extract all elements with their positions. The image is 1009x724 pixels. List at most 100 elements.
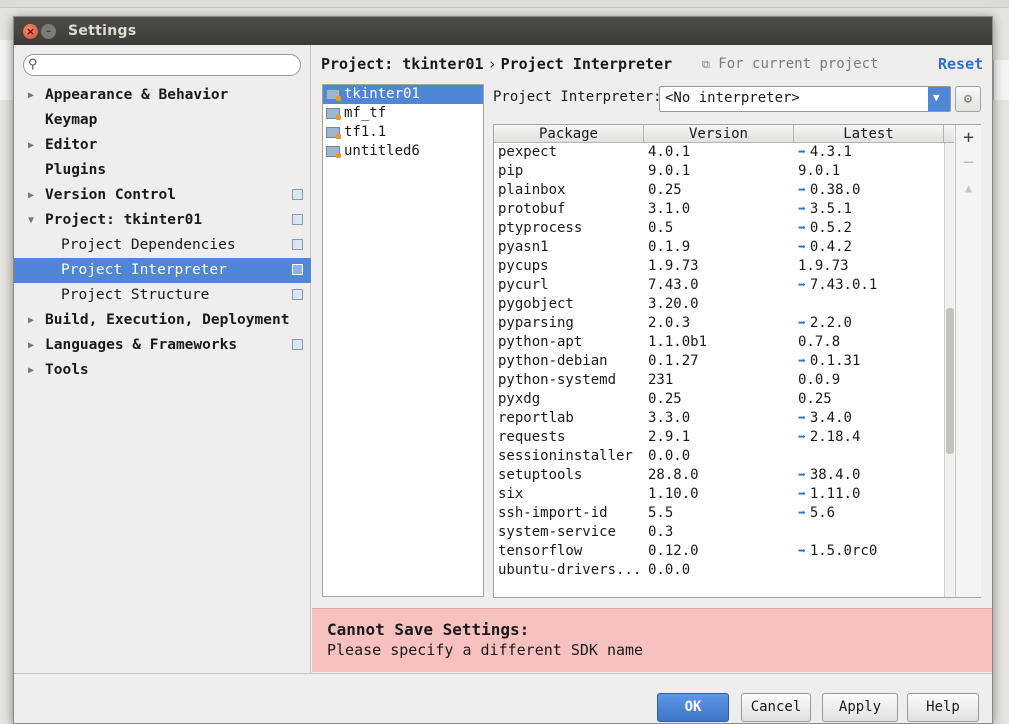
table-row[interactable]: pycurl 7.43.0 ➡ 7.43.0.1 [494,276,944,295]
sidebar-item-project-tkinter01[interactable]: ▼ Project: tkinter01 [14,208,311,233]
table-row[interactable]: ptyprocess 0.5 ➡ 0.5.2 [494,219,944,238]
project-level-icon [292,339,303,350]
project-name: tkinter01 [344,86,420,102]
sidebar-item-project-structure[interactable]: Project Structure [14,283,311,308]
chevron-down-icon[interactable]: ▼ [28,208,34,233]
sidebar-item-build-execution-deployment[interactable]: ▶ Build, Execution, Deployment [14,308,311,333]
package-scrollbar[interactable] [944,143,954,597]
reset-link[interactable]: Reset [938,55,983,73]
sidebar-item-tools[interactable]: ▶ Tools [14,358,311,383]
breadcrumb-separator: › [487,55,497,73]
error-banner: Cannot Save Settings: Please specify a d… [312,608,992,672]
apply-button[interactable]: Apply [822,693,898,722]
interpreter-select[interactable]: <No interpreter> ▼ [659,86,951,112]
table-row[interactable]: pyparsing 2.0.3 ➡ 2.2.0 [494,314,944,333]
upgrade-arrow-icon: ➡ [798,183,806,198]
package-table-header: Package Version Latest [494,125,954,143]
header-latest[interactable]: Latest [794,125,944,143]
sidebar-item-label: Project: tkinter01 [45,212,203,228]
upgrade-arrow-icon: ➡ [798,544,806,559]
upgrade-arrow-icon: ➡ [798,145,806,160]
chevron-right-icon[interactable]: ▶ [28,308,34,333]
sidebar-item-plugins[interactable]: Plugins [14,158,311,183]
chevron-right-icon[interactable]: ▶ [28,83,34,108]
table-row[interactable]: ubuntu-drivers... 0.0.0 [494,561,944,580]
header-package[interactable]: Package [494,125,644,143]
settings-dialog: × – Settings ⚲ ▶ Appearance & Behavior Key… [13,16,993,724]
chevron-right-icon[interactable]: ▶ [28,133,34,158]
table-row[interactable]: pip 9.0.1 9.0.1 [494,162,944,181]
sidebar-item-editor[interactable]: ▶ Editor [14,133,311,158]
project-item[interactable]: tkinter01 [323,85,483,104]
help-button[interactable]: Help [907,693,979,722]
table-row[interactable]: plainbox 0.25 ➡ 0.38.0 [494,181,944,200]
project-level-icon [292,214,303,225]
table-row[interactable]: reportlab 3.3.0 ➡ 3.4.0 [494,409,944,428]
package-name: system-service [498,524,617,540]
sidebar-item-languages-frameworks[interactable]: ▶ Languages & Frameworks [14,333,311,358]
chevron-right-icon[interactable]: ▶ [28,358,34,383]
sidebar-item-keymap[interactable]: Keymap [14,108,311,133]
project-item[interactable]: tf1.1 [323,123,483,142]
package-name: pycurl [498,277,549,293]
table-row[interactable]: sessioninstaller 0.0.0 [494,447,944,466]
header-version[interactable]: Version [644,125,794,143]
minimize-icon[interactable]: – [41,24,56,39]
upgrade-package-icon[interactable]: ▲ [956,177,981,199]
package-name: python-systemd [498,372,617,388]
table-row[interactable]: python-debian 0.1.27 ➡ 0.1.31 [494,352,944,371]
interpreter-dropdown-button[interactable]: ▼ [928,87,950,111]
gear-icon[interactable]: ⚙ [955,86,981,112]
table-row[interactable]: system-service 0.3 [494,523,944,542]
background-menu-bar [0,0,1009,8]
sidebar-item-project-interpreter[interactable]: Project Interpreter [14,258,311,283]
latest-version-text: 2.2.0 [809,315,852,331]
package-version: 3.1.0 [648,201,691,217]
upgrade-arrow-icon: ➡ [798,487,806,502]
sidebar-item-project-dependencies[interactable]: Project Dependencies [14,233,311,258]
latest-version-text: 0.5.2 [809,220,852,236]
table-row[interactable]: protobuf 3.1.0 ➡ 3.5.1 [494,200,944,219]
scrollbar-thumb[interactable] [946,308,954,454]
table-row[interactable]: pyasn1 0.1.9 ➡ 0.4.2 [494,238,944,257]
table-row[interactable]: pexpect 4.0.1 ➡ 4.3.1 [494,143,944,162]
cancel-button[interactable]: Cancel [741,693,811,722]
sidebar-item-label: Appearance & Behavior [45,87,229,103]
table-row[interactable]: pyxdg 0.25 0.25 [494,390,944,409]
table-row[interactable]: six 1.10.0 ➡ 1.11.0 [494,485,944,504]
package-version: 0.5 [648,220,674,236]
package-name: pyparsing [498,315,574,331]
project-item[interactable]: untitled6 [323,142,483,161]
table-row[interactable]: python-apt 1.1.0b1 0.7.8 [494,333,944,352]
latest-version-text: 0.1.31 [809,353,861,369]
table-row[interactable]: pygobject 3.20.0 [494,295,944,314]
table-row[interactable]: setuptools 28.8.0 ➡ 38.4.0 [494,466,944,485]
upgrade-arrow-icon: ➡ [798,430,806,445]
package-name: ubuntu-drivers... [498,562,642,578]
chevron-right-icon[interactable]: ▶ [28,333,34,358]
sidebar-item-version-control[interactable]: ▶ Version Control [14,183,311,208]
table-row[interactable]: pycups 1.9.73 1.9.73 [494,257,944,276]
project-item[interactable]: mf_tf [323,104,483,123]
add-package-icon[interactable]: + [956,127,981,149]
remove-package-icon[interactable]: − [956,152,981,174]
close-icon[interactable]: × [23,24,38,39]
package-version: 7.43.0 [648,277,699,293]
package-version: 9.0.1 [648,163,691,179]
upgrade-arrow-icon: ➡ [798,354,806,369]
project-name: untitled6 [344,143,420,159]
table-row[interactable]: python-systemd 231 0.0.9 [494,371,944,390]
package-name: python-debian [498,353,608,369]
table-row[interactable]: requests 2.9.1 ➡ 2.18.4 [494,428,944,447]
ok-button[interactable]: OK [657,693,729,722]
package-name: six [498,486,524,502]
latest-version-text: 4.3.1 [809,144,852,160]
latest-version-text: 3.5.1 [809,201,852,217]
latest-version-text: 38.4.0 [809,467,861,483]
chevron-right-icon[interactable]: ▶ [28,183,34,208]
project-level-icon [292,264,303,275]
search-input[interactable]: ⚲ [23,54,301,76]
table-row[interactable]: tensorflow 0.12.0 ➡ 1.5.0rc0 [494,542,944,561]
sidebar-item-appearance-behavior[interactable]: ▶ Appearance & Behavior [14,83,311,108]
table-row[interactable]: ssh-import-id 5.5 ➡ 5.6 [494,504,944,523]
